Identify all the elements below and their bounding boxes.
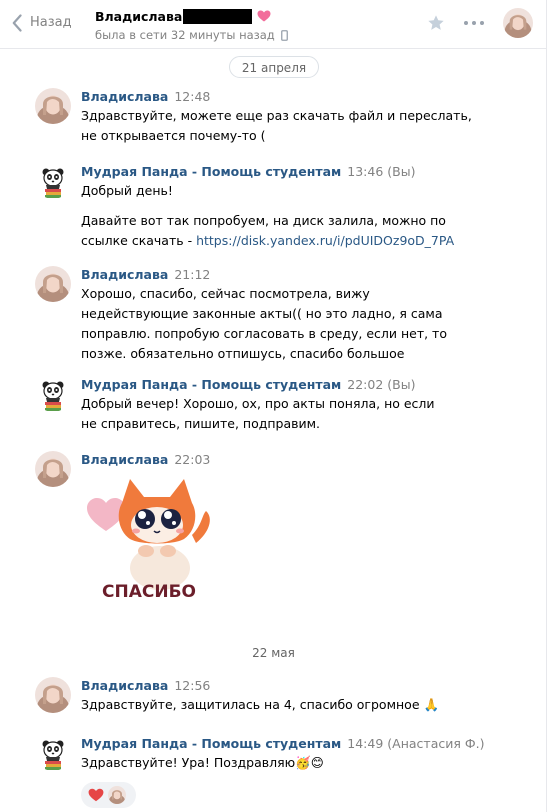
sender-note: (Вы) <box>387 164 416 179</box>
message-text: Здравствуйте, защитилась на 4, спасибо о… <box>81 697 440 712</box>
heart-icon <box>257 10 271 22</box>
heart-reaction-icon <box>88 788 104 802</box>
back-button[interactable]: Назад <box>12 13 72 33</box>
star-icon[interactable] <box>427 14 445 32</box>
redacted-surname <box>183 8 253 24</box>
date-separator: 22 мая <box>252 646 295 660</box>
reactor-avatar <box>108 786 126 804</box>
author-name[interactable]: Мудрая Панда - Помощь студентам <box>81 164 341 179</box>
message-author: Владислава 12:48 <box>81 89 210 104</box>
peer-avatar[interactable] <box>503 8 533 38</box>
author-name[interactable]: Владислава <box>81 678 168 693</box>
message-author: Мудрая Панда - Помощь студентам 22:02 (Вы) <box>81 377 415 392</box>
message-time[interactable]: 21:12 <box>174 267 210 282</box>
disk-link[interactable]: https://disk.yandex.ru/i/pdUIDOz9oD_7PA <box>196 233 454 248</box>
author-name[interactable]: Владислава <box>81 452 168 467</box>
chat-header: Назад Владислава была в сети 32 минуты н… <box>0 0 547 49</box>
sender-note: (Вы) <box>387 377 416 392</box>
peer-info[interactable]: Владислава была в сети 32 минуты назад <box>95 8 288 42</box>
message-author: Мудрая Панда - Помощь студентам 13:46 (Вы) <box>81 164 415 179</box>
message-time[interactable]: 22:03 <box>174 452 210 467</box>
message-time[interactable]: 13:46 <box>347 164 383 179</box>
message-text: Добрый вечер! Хорошо, ох, про акты понял… <box>81 396 435 431</box>
mobile-icon <box>280 29 288 41</box>
date-separator: 21 апреля <box>229 56 319 78</box>
back-label: Назад <box>30 15 72 30</box>
peer-status: была в сети 32 минуты назад <box>95 28 275 42</box>
author-name[interactable]: Владислава <box>81 267 168 282</box>
message-time[interactable]: 12:56 <box>174 678 210 693</box>
message-author: Владислава 12:56 <box>81 678 210 693</box>
peer-name: Владислава <box>95 8 183 24</box>
panda-avatar[interactable] <box>35 376 71 412</box>
message-time[interactable]: 22:02 <box>347 377 383 392</box>
message-text: Здравствуйте, можете еще раз скачать фай… <box>81 108 472 143</box>
chevron-left-icon <box>12 14 22 32</box>
message-author: Владислава 21:12 <box>81 267 210 282</box>
message-time[interactable]: 14:49 <box>347 736 383 751</box>
message-time[interactable]: 12:48 <box>174 89 210 104</box>
message-text: Здравствуйте! Ура! Поздравляю🥳😊 <box>81 755 324 770</box>
author-avatar[interactable] <box>35 451 71 487</box>
panda-avatar[interactable] <box>35 163 71 199</box>
sticker-caption: СПАСИБО <box>102 582 196 602</box>
author-avatar[interactable] <box>35 266 71 302</box>
sender-note: (Анастасия Ф.) <box>387 736 485 751</box>
reaction-chip[interactable] <box>81 782 136 808</box>
author-name[interactable]: Мудрая Панда - Помощь студентам <box>81 377 341 392</box>
chat-window: Назад Владислава была в сети 32 минуты н… <box>0 0 547 812</box>
more-icon[interactable] <box>464 21 484 25</box>
message-text: Добрый день! Давайте вот так попробуем, … <box>81 183 455 248</box>
author-name[interactable]: Мудрая Панда - Помощь студентам <box>81 736 341 751</box>
author-name[interactable]: Владислава <box>81 89 168 104</box>
message-author: Мудрая Панда - Помощь студентам 14:49 (Ана… <box>81 736 484 751</box>
author-avatar[interactable] <box>35 677 71 713</box>
message-text: Хорошо, спасибо, сейчас посмотрела, вижу… <box>81 286 447 361</box>
message-author: Владислава 22:03 <box>81 452 210 467</box>
thank-you-sticker[interactable]: СПАСИБО <box>84 473 220 609</box>
panda-avatar[interactable] <box>35 735 71 771</box>
author-avatar[interactable] <box>35 88 71 124</box>
